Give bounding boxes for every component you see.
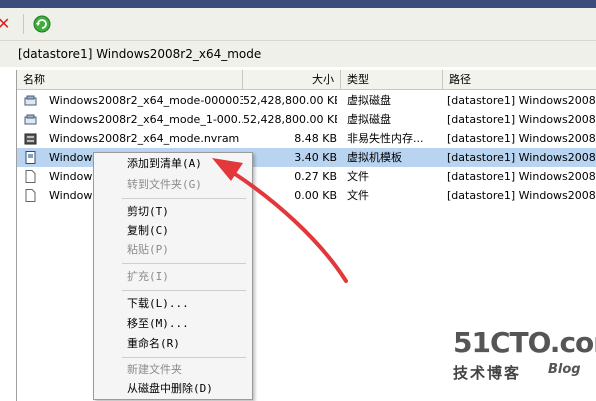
toolbar: ✕	[0, 8, 596, 41]
window-title-bar	[0, 0, 596, 8]
watermark-blog: Blog	[548, 362, 581, 377]
menu-separator	[122, 357, 246, 358]
file-type: 非易失性内存...	[347, 132, 424, 145]
vm-template-icon	[25, 151, 36, 164]
datastore-path: [datastore1] Windows2008r2_x64_mode	[18, 47, 262, 61]
file-size: 8.48 KB	[294, 132, 337, 145]
table-row[interactable]: Windows2008r2_x64_mode_1-000... 52,428,8…	[17, 110, 596, 129]
menu-item-new-folder[interactable]: 新建文件夹	[94, 361, 252, 379]
file-size: 0.00 KB	[294, 189, 337, 202]
menu-item-cut[interactable]: 剪切(T)	[94, 203, 252, 221]
file-type: 文件	[347, 189, 369, 202]
file-size: 52,428,800.00 KB	[243, 94, 337, 107]
file-path: [datastore1] Windows2008r2_x	[447, 170, 596, 183]
file-name: Windows2008r2_x64_mode-000003...	[49, 94, 243, 107]
menu-separator	[122, 263, 246, 264]
menu-item-rename[interactable]: 重命名(R)	[94, 335, 252, 353]
menu-item-delete-from-disk[interactable]: 从磁盘中删除(D)	[94, 380, 252, 398]
menu-item-download[interactable]: 下载(L)...	[94, 295, 252, 313]
file-path: [datastore1] Windows2008r2_x	[447, 94, 596, 107]
menu-item-paste[interactable]: 粘贴(P)	[94, 241, 252, 259]
menu-item-inflate[interactable]: 扩充(I)	[94, 268, 252, 286]
file-path: [datastore1] Windows2008r2_x	[447, 132, 596, 145]
file-name: Windows2008r2_x64_mode_1-000...	[49, 113, 243, 126]
file-type: 虚拟磁盘	[347, 94, 391, 107]
menu-item-goto-folder[interactable]: 转到文件夹(G)	[94, 176, 252, 194]
menu-item-add-to-inventory[interactable]: 添加到清单(A)	[94, 155, 252, 173]
menu-item-move-to[interactable]: 移至(M)...	[94, 315, 252, 333]
file-size: 3.40 KB	[294, 151, 337, 164]
virtual-disk-icon	[24, 95, 37, 106]
file-path: [datastore1] Windows2008r2_x	[447, 151, 596, 164]
watermark-sub: 技术博客	[453, 364, 522, 382]
watermark-site: 51CTO.com	[453, 326, 596, 359]
virtual-disk-icon	[24, 114, 37, 125]
close-icon[interactable]: ✕	[0, 16, 11, 32]
file-icon	[25, 189, 36, 202]
file-path: [datastore1] Windows2008r2_x	[447, 113, 596, 126]
file-name: Windows2008r2_x64_mode.nvram	[49, 132, 240, 145]
menu-separator	[122, 290, 246, 291]
column-header-type[interactable]: 类型	[341, 70, 443, 89]
column-header-size[interactable]: 大小	[243, 70, 341, 89]
column-header-row: 名称 大小 类型 路径	[17, 70, 596, 90]
breadcrumb: [datastore1] Windows2008r2_x64_mode	[0, 41, 596, 67]
file-type: 虚拟机模板	[347, 151, 402, 164]
menu-item-copy[interactable]: 复制(C)	[94, 222, 252, 240]
column-header-path[interactable]: 路径	[443, 70, 596, 89]
file-type: 虚拟磁盘	[347, 113, 391, 126]
file-path: [datastore1] Windows2008r2_x	[447, 189, 596, 202]
table-row[interactable]: Windows2008r2_x64_mode.nvram 8.48 KB 非易失…	[17, 129, 596, 148]
menu-separator	[122, 198, 246, 199]
file-size: 52,428,800.00 KB	[243, 113, 337, 126]
file-type: 文件	[347, 170, 369, 183]
file-size: 0.27 KB	[294, 170, 337, 183]
column-header-name[interactable]: 名称	[17, 70, 243, 89]
nvram-icon	[24, 133, 37, 145]
table-row[interactable]: Windows2008r2_x64_mode-000003... 52,428,…	[17, 91, 596, 110]
watermark: 51CTO.com 技术博客 Blog	[453, 326, 596, 388]
refresh-icon[interactable]	[33, 15, 51, 33]
context-menu: 添加到清单(A) 转到文件夹(G) 剪切(T) 复制(C) 粘贴(P) 扩充(I…	[93, 152, 253, 400]
file-icon	[25, 170, 36, 183]
toolbar-separator	[23, 14, 24, 34]
